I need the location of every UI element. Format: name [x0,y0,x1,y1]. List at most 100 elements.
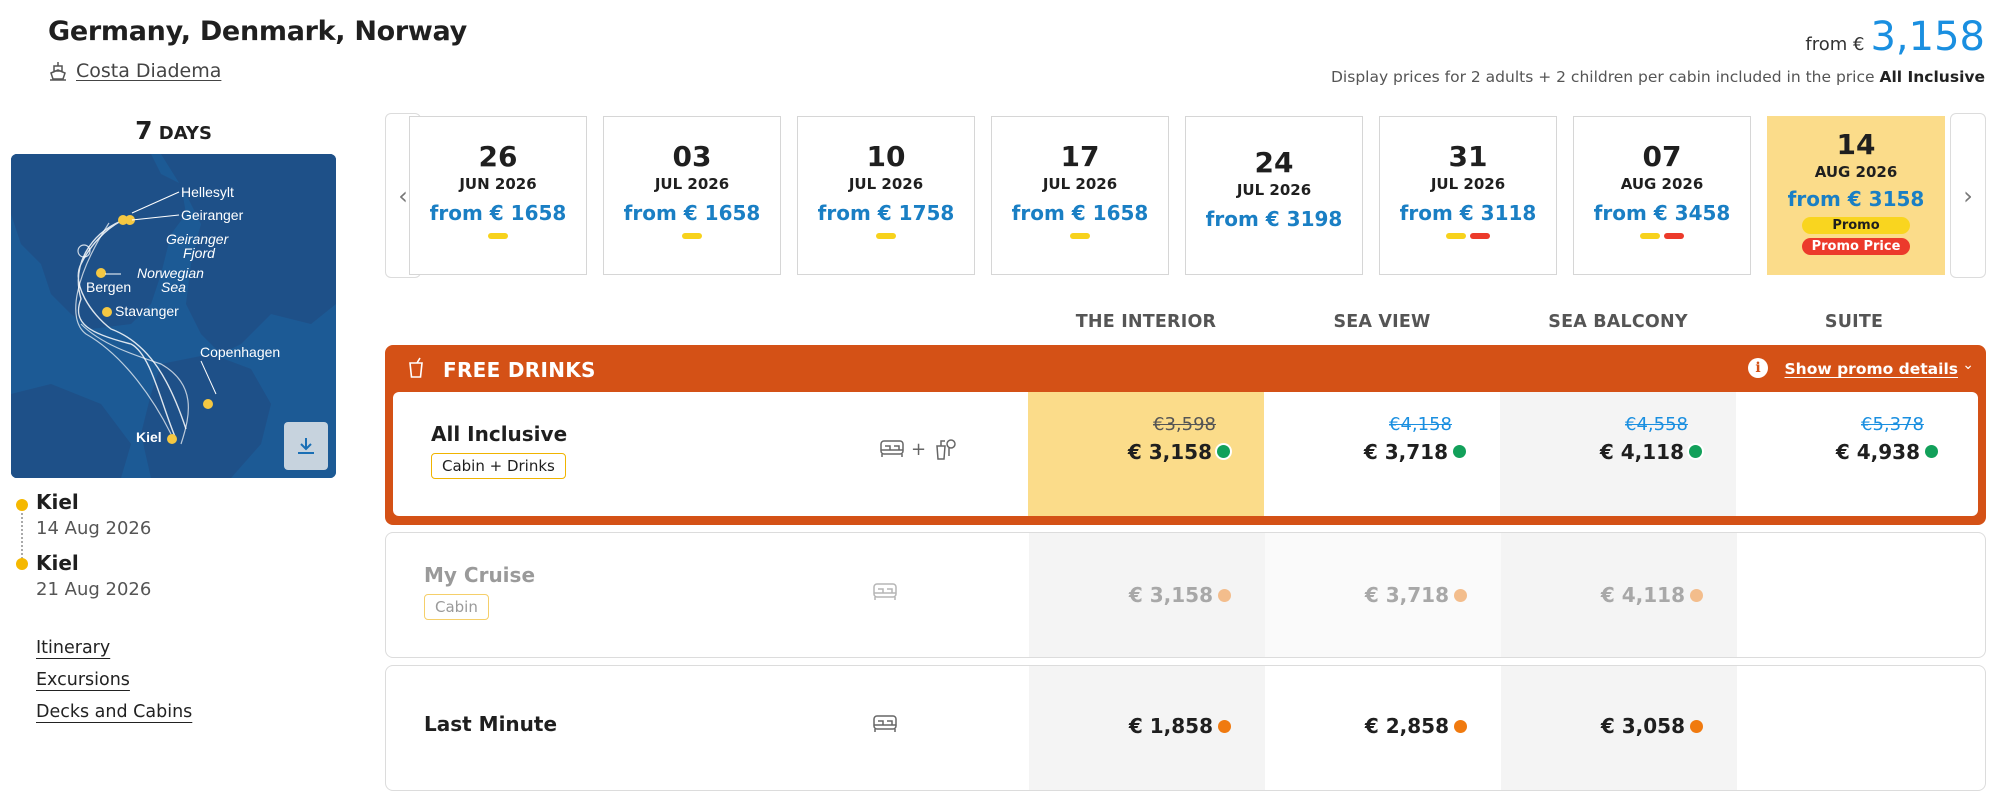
map-label-geiranger-fjord-2: Fjord [183,245,216,261]
date-month: JUL 2026 [1042,175,1118,193]
date-day: 10 [866,140,906,173]
drinks-icon [936,439,956,460]
price-cell-interior[interactable]: €3,598 € 3,158 [1028,392,1264,516]
date-month: AUG 2026 [1814,163,1898,181]
duration: 7 DAYS [11,116,336,145]
info-icon[interactable]: i [1748,358,1768,378]
bed-icon [873,715,897,732]
availability-dot [1218,720,1231,733]
date-card-jul-24[interactable]: 24 JUL 2026 from € 3198 [1185,116,1363,275]
date-card-jul-10[interactable]: 10 JUL 2026 from € 1758 [797,116,975,275]
date-day: 17 [1060,140,1100,173]
fare-badge: Cabin + Drinks [431,453,566,479]
map-label-kiel: Kiel [136,429,162,445]
current-price: € 1,858 [1128,714,1213,738]
promo-pill: Promo [1802,217,1910,234]
date-month: JUL 2026 [654,175,730,193]
old-price: €5,378 [1861,414,1924,435]
date-card-aug-07[interactable]: 07 AUG 2026 from € 3458 [1573,116,1751,275]
date-price: from € 1658 [1011,201,1149,225]
date-price: from € 3198 [1205,207,1343,231]
current-price: € 2,858 [1364,714,1449,738]
show-promo-details-link[interactable]: Show promo details [1785,360,1958,378]
current-price: € 3,158 [1128,583,1213,607]
current-price: € 3,158 [1127,440,1212,464]
current-price: € 3,718 [1364,583,1449,607]
chevron-down-icon[interactable]: ⌄ [1962,357,1974,373]
stop-dot-end [16,558,28,570]
promo-tag-red [1470,233,1490,239]
chevron-left-icon: ‹ [398,181,408,210]
date-month: JUN 2026 [459,175,537,193]
date-month: JUL 2026 [1430,175,1506,193]
date-price: from € 1658 [623,201,761,225]
date-month: JUL 2026 [848,175,924,193]
ship-name[interactable]: Costa Diadema [76,60,221,82]
date-day: 26 [478,140,518,173]
price-cell-suite[interactable]: €5,378 € 4,938 [1736,392,1972,516]
date-price: from € 3118 [1399,201,1537,225]
fare-includes: + [879,436,958,462]
free-drinks-promo: FREE DRINKS i Show promo details ⌄ All I… [385,345,1986,525]
bed-icon [880,440,904,457]
date-month: JUL 2026 [1236,181,1312,199]
col-sea-balcony: SEA BALCONY [1548,312,1688,332]
price-note: Display prices for 2 adults + 2 children… [1331,68,1985,86]
promo-tag-yellow [488,233,508,239]
old-price: €4,558 [1625,414,1688,435]
drink-cup-icon [409,357,423,378]
map-download-button[interactable] [284,422,328,470]
price-cell-sea-balcony[interactable]: €4,558 € 4,118 [1500,392,1736,516]
date-day: 07 [1642,140,1682,173]
col-suite: SUITE [1824,312,1884,332]
price-cell-interior[interactable]: € 3,158 [1029,533,1265,657]
plus-sign: + [911,438,927,460]
col-sea-view: SEA VIEW [1333,312,1431,332]
from-price-label: from € [1805,34,1865,55]
old-price: €3,598 [1153,414,1216,435]
date-card-jul-31[interactable]: 31 JUL 2026 from € 3118 [1379,116,1557,275]
date-day: 24 [1254,146,1294,179]
itinerary-link[interactable]: Itinerary [36,638,110,658]
current-price: € 3,058 [1600,714,1685,738]
price-cell-sea-view[interactable]: € 3,718 [1265,533,1501,657]
duration-label: DAYS [158,123,212,144]
price-cell-sea-balcony[interactable]: € 4,118 [1501,533,1737,657]
availability-dot [1689,445,1702,458]
availability-dot [1454,589,1467,602]
itinerary-map[interactable]: Hellesylt Geiranger Geiranger Fjord Norw… [11,154,336,478]
date-card-jun-26[interactable]: 26 JUN 2026 from € 1658 [409,116,587,275]
promo-tag-yellow [682,233,702,239]
map-label-norwegian-sea-2: Sea [161,279,186,295]
price-cell-interior[interactable]: € 1,858 [1029,666,1265,790]
price-cell-sea-view[interactable]: € 2,858 [1265,666,1501,790]
page-title: Germany, Denmark, Norway [48,16,467,47]
map-label-copenhagen: Copenhagen [200,344,280,360]
date-day: 31 [1448,140,1488,173]
map-label-bergen: Bergen [86,279,131,295]
fare-row-my-cruise: My Cruise Cabin € 3,158 € 3,718 € 4,118 [385,532,1986,658]
promo-tag-red [1664,233,1684,239]
promo-tag-yellow [1640,233,1660,239]
current-price: € 4,118 [1600,583,1685,607]
date-card-jul-03[interactable]: 03 JUL 2026 from € 1658 [603,116,781,275]
old-price: €4,158 [1389,414,1452,435]
availability-dot [1217,445,1230,458]
carousel-next-button[interactable]: › [1950,113,1986,278]
stop-dot-start [16,499,28,511]
promo-tag-yellow [876,233,896,239]
date-price: from € 3158 [1787,187,1925,211]
fare-name: All Inclusive [431,422,568,446]
ship-link[interactable]: Costa Diadema [48,60,221,82]
date-price: from € 1758 [817,201,955,225]
excursions-link[interactable]: Excursions [36,670,130,690]
map-download-icon [298,438,314,454]
price-cell-sea-view[interactable]: €4,158 € 3,718 [1264,392,1500,516]
fare-name: Last Minute [424,712,558,736]
decks-cabins-link[interactable]: Decks and Cabins [36,702,192,722]
col-interior: THE INTERIOR [1075,312,1217,332]
date-card-aug-14-selected[interactable]: 14 AUG 2026 from € 3158 Promo Promo Pric… [1767,116,1945,275]
availability-dot [1453,445,1466,458]
price-cell-sea-balcony[interactable]: € 3,058 [1501,666,1737,790]
date-card-jul-17[interactable]: 17 JUL 2026 from € 1658 [991,116,1169,275]
